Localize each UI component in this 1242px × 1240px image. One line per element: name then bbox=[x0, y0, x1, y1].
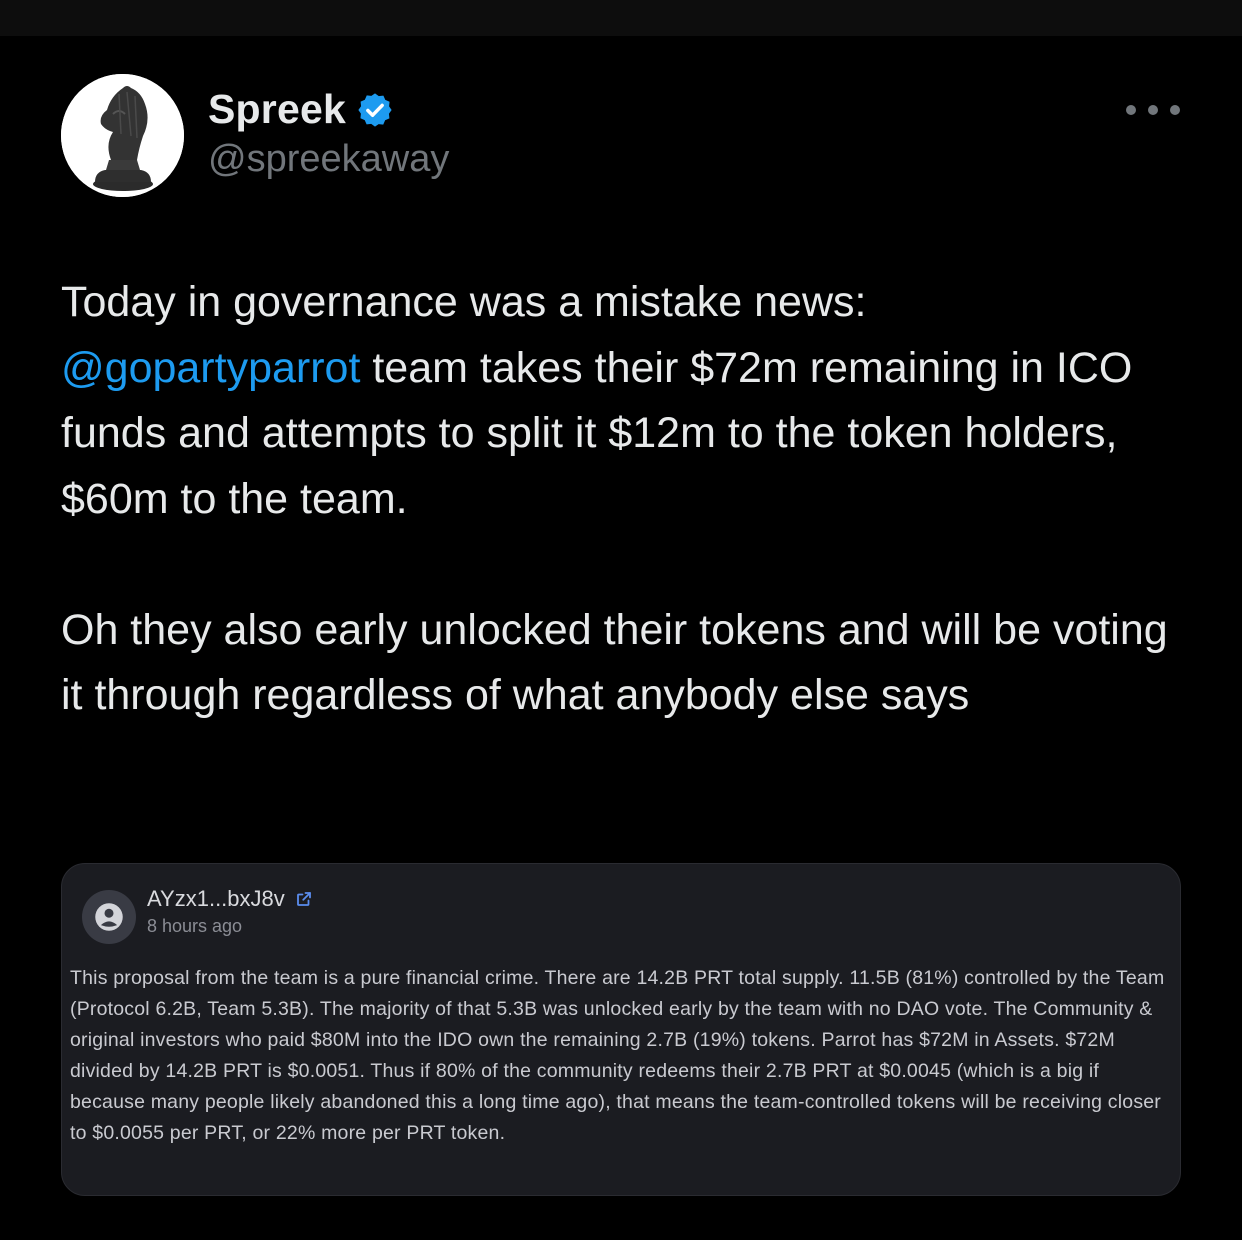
external-link-icon[interactable] bbox=[295, 890, 313, 908]
card-username[interactable]: AYzx1...bxJ8v bbox=[147, 886, 285, 912]
more-dot-icon bbox=[1148, 105, 1158, 115]
tweet-paragraph-1-prefix: Today in governance was a mistake news: bbox=[61, 278, 867, 326]
user-placeholder-icon bbox=[95, 903, 123, 931]
author-handle[interactable]: @spreekaway bbox=[208, 138, 449, 181]
card-user-row: AYzx1...bxJ8v bbox=[147, 886, 313, 912]
author-display-name[interactable]: Spreek bbox=[208, 86, 346, 133]
verified-badge-icon[interactable] bbox=[356, 91, 394, 129]
author-name-row: Spreek bbox=[208, 86, 394, 133]
card-body-text: This proposal from the team is a pure fi… bbox=[70, 967, 1165, 1144]
card-avatar bbox=[82, 890, 136, 944]
tweet-text: Today in governance was a mistake news: @… bbox=[61, 270, 1191, 729]
more-options-button[interactable] bbox=[1126, 98, 1180, 122]
chess-knight-icon bbox=[61, 74, 184, 197]
card-timestamp: 8 hours ago bbox=[147, 916, 243, 936]
tweet-paragraph-2: Oh they also early unlocked their tokens… bbox=[61, 605, 1168, 720]
mention-link[interactable]: @gopartyparrot bbox=[61, 344, 360, 392]
avatar[interactable] bbox=[61, 74, 184, 197]
tweet-paragraph-1: Today in governance was a mistake news: @… bbox=[61, 270, 1191, 532]
quoted-comment-card[interactable]: AYzx1...bxJ8v 8 hours ago This proposal … bbox=[61, 863, 1181, 1196]
more-dot-icon bbox=[1126, 105, 1136, 115]
status-bar bbox=[0, 0, 1242, 36]
more-dot-icon bbox=[1170, 105, 1180, 115]
